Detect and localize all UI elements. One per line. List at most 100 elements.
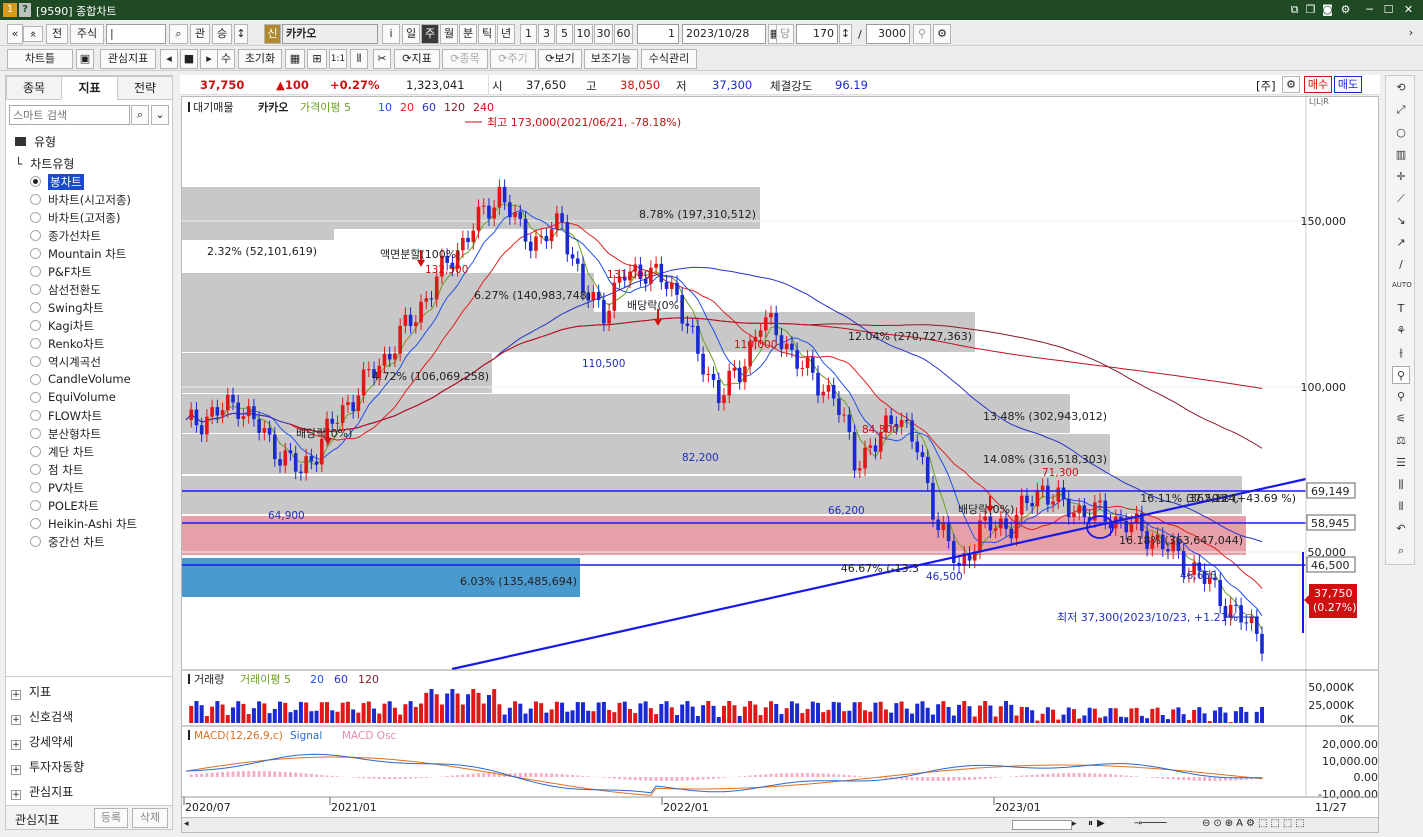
gear-icon[interactable]: ⚙ bbox=[1282, 76, 1300, 93]
gear-icon[interactable]: ⚙ bbox=[1338, 2, 1353, 17]
chart-type-radio[interactable] bbox=[30, 230, 41, 241]
play-controls-icon[interactable]: ⏸▶ bbox=[1088, 818, 1109, 829]
trend-icon[interactable]: ↗ bbox=[1392, 234, 1410, 252]
candle-icon[interactable]: ⫴ bbox=[350, 49, 368, 69]
settings-icon[interactable]: ⚙ bbox=[933, 24, 951, 44]
chart-type-radio[interactable] bbox=[30, 338, 41, 349]
chart-type-item[interactable]: 바차트(시고저종) bbox=[48, 192, 131, 208]
save-icon[interactable]: ▣ bbox=[76, 49, 94, 69]
period-year[interactable]: 년 bbox=[497, 24, 515, 44]
ray-tool-icon[interactable]: ↘ bbox=[1392, 212, 1410, 230]
stock-name-field[interactable]: 카카오 bbox=[282, 24, 378, 44]
chart-type-item[interactable]: 종가선차트 bbox=[48, 228, 101, 244]
chart-icon[interactable]: ▥ bbox=[1392, 146, 1410, 164]
gwan-button[interactable]: 관 bbox=[190, 24, 210, 44]
chart-type-item[interactable]: 중간선 차트 bbox=[48, 534, 105, 550]
nav-up-button[interactable]: « bbox=[23, 26, 43, 42]
chart-type-radio[interactable] bbox=[30, 374, 41, 385]
search-icon[interactable]: ⌕ bbox=[131, 105, 149, 125]
num-60[interactable]: 60 bbox=[614, 24, 633, 44]
chart-type-radio[interactable] bbox=[30, 284, 41, 295]
chart-type-item[interactable]: PV차트 bbox=[48, 480, 84, 496]
refresh-icon[interactable]: ⟲ bbox=[1392, 79, 1410, 97]
chart-type-item[interactable]: 계단 차트 bbox=[48, 444, 94, 460]
chart-type-radio[interactable] bbox=[30, 212, 41, 223]
chart-type-radio[interactable] bbox=[30, 266, 41, 277]
chart-type-item[interactable]: Swing차트 bbox=[48, 300, 104, 316]
ratio-button[interactable]: 1:1 bbox=[329, 49, 347, 69]
chart-type-radio[interactable] bbox=[30, 500, 41, 511]
group-type[interactable]: 유형 bbox=[15, 133, 56, 150]
search-button[interactable]: ⌕ bbox=[169, 24, 188, 44]
chart-type-item[interactable]: Mountain 차트 bbox=[48, 246, 126, 262]
chart-type-item[interactable]: EquiVolume bbox=[48, 390, 116, 404]
zoom-controls-icon[interactable]: ⊖⊙⊕A⚙⬚⬚⬚⬚ bbox=[1202, 818, 1308, 829]
fan-icon[interactable]: ⚟ bbox=[1392, 410, 1410, 428]
crosshair-icon[interactable]: ✛ bbox=[1392, 168, 1410, 186]
total-count-input[interactable]: 3000 bbox=[866, 24, 910, 44]
auto-icon[interactable]: AUTO bbox=[1392, 276, 1412, 294]
register-button[interactable]: 등록 bbox=[94, 808, 128, 828]
num-10[interactable]: 10 bbox=[574, 24, 593, 44]
chart-type-item[interactable]: POLE차트 bbox=[48, 498, 99, 514]
fav-indicator-button[interactable]: 관심지표 bbox=[100, 49, 156, 69]
scroll-thumb[interactable] bbox=[1012, 820, 1072, 830]
section-indicator[interactable]: + 지표 bbox=[11, 683, 51, 700]
scroll-left-icon[interactable]: ◂ bbox=[160, 49, 178, 69]
num-1[interactable]: 1 bbox=[520, 24, 537, 44]
aux-function-button[interactable]: 보조기능 bbox=[584, 49, 638, 69]
chart-type-radio[interactable] bbox=[30, 410, 41, 421]
nav-back-button[interactable]: « bbox=[7, 24, 23, 44]
chart-type-radio[interactable] bbox=[30, 248, 41, 259]
chart-type-radio[interactable] bbox=[30, 392, 41, 403]
scroll-left-icon[interactable]: ◂ bbox=[184, 819, 189, 829]
close-icon[interactable]: ✕ bbox=[1401, 2, 1416, 17]
period-compare-button[interactable]: ⟳주기 bbox=[490, 49, 536, 69]
grid-lines-icon[interactable]: ⫴ bbox=[1392, 498, 1410, 516]
slider-icon[interactable]: ⊸──── bbox=[1134, 818, 1166, 829]
indicator-button[interactable]: ⟳지표 bbox=[394, 49, 440, 69]
chart-type-radio[interactable] bbox=[30, 320, 41, 331]
su-button[interactable]: 수 bbox=[217, 49, 235, 69]
view-button[interactable]: ⟳보기 bbox=[538, 49, 582, 69]
chart-type-item[interactable]: 역시계곡선 bbox=[48, 354, 101, 370]
chart-type-item[interactable]: CandleVolume bbox=[48, 372, 131, 386]
expand-icon[interactable]: › bbox=[1404, 24, 1418, 44]
chart-type-item[interactable]: 삼선전환도 bbox=[48, 282, 101, 298]
chart-type-item[interactable]: Kagi차트 bbox=[48, 318, 94, 334]
section-strength[interactable]: + 강세약세 bbox=[11, 733, 73, 750]
fibonacci-icon[interactable]: ☰ bbox=[1392, 454, 1410, 472]
chart-type-radio[interactable] bbox=[30, 536, 41, 547]
chart-area[interactable]: 69,149 58,945 46,500 2.32% (52,101,619) 8.7… bbox=[181, 96, 1379, 818]
section-signal-search[interactable]: + 신호검색 bbox=[11, 708, 73, 725]
tab-stock[interactable]: 종목 bbox=[6, 76, 62, 100]
chart-type-radio[interactable] bbox=[30, 302, 41, 313]
link-icon[interactable]: ⧉ bbox=[1287, 2, 1302, 17]
section-investor-trend[interactable]: + 투자자동향 bbox=[11, 758, 84, 775]
chart-type-radio[interactable] bbox=[30, 428, 41, 439]
stock-compare-button[interactable]: ⟳종목 bbox=[442, 49, 488, 69]
help-icon[interactable]: ? bbox=[19, 3, 31, 17]
section-fav-indicator[interactable]: + 관심지표 bbox=[11, 783, 73, 800]
reset-button[interactable]: 초기화 bbox=[238, 49, 282, 69]
formula-button[interactable]: 수식관리 bbox=[641, 49, 697, 69]
maximize-icon[interactable]: ☐ bbox=[1381, 2, 1396, 17]
interval-count-input[interactable]: 1 bbox=[637, 24, 679, 44]
prev-stock-button[interactable]: 전 bbox=[46, 24, 68, 44]
expand-icon[interactable]: ⤢ bbox=[1392, 101, 1410, 119]
price-chart-svg[interactable]: 69,149 58,945 46,500 2.32% (52,101,619) 8.7… bbox=[182, 97, 1378, 817]
grid-icon[interactable]: ▦ bbox=[285, 49, 305, 69]
chart-type-radio[interactable] bbox=[30, 464, 41, 475]
num-3[interactable]: 3 bbox=[538, 24, 555, 44]
chart-type-item[interactable]: Renko차트 bbox=[48, 336, 104, 352]
info-button[interactable]: i bbox=[382, 24, 400, 44]
market-select[interactable]: 주식 bbox=[70, 24, 104, 44]
magnifier-icon[interactable]: ⚲ bbox=[1392, 388, 1410, 406]
num-30[interactable]: 30 bbox=[594, 24, 613, 44]
undo-icon[interactable]: ↶ bbox=[1392, 520, 1410, 538]
copy-icon[interactable]: ❐ bbox=[1303, 2, 1318, 17]
chart-type-item[interactable]: Heikin-Ashi 차트 bbox=[48, 516, 137, 532]
period-month[interactable]: 월 bbox=[440, 24, 458, 44]
chart-type-item[interactable]: 분산형차트 bbox=[48, 426, 101, 442]
zoom-icon[interactable]: ⚲ bbox=[1392, 366, 1410, 384]
